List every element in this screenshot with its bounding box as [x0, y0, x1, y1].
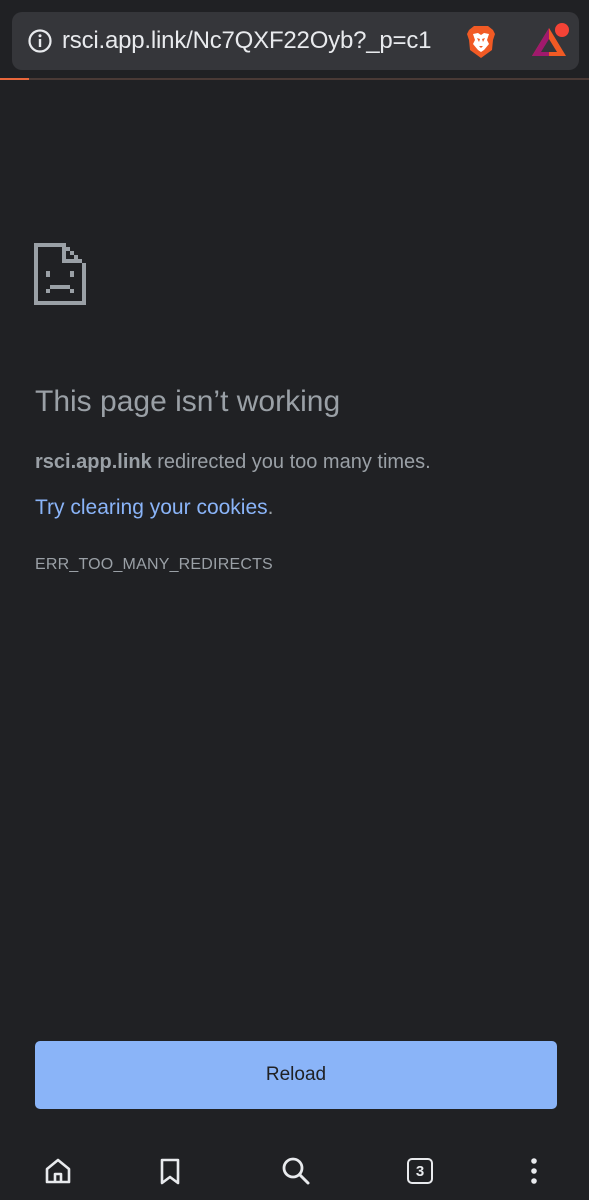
page-load-progress-fill [0, 78, 30, 80]
menu-button[interactable] [517, 1154, 551, 1188]
error-message-text: redirected you too many times. [151, 451, 431, 473]
search-icon [282, 1157, 310, 1185]
error-host: rsci.app.link [35, 451, 152, 473]
suggestion-period: . [267, 496, 274, 519]
error-suggestion: Try clearing your cookies. [35, 496, 273, 520]
url-field[interactable]: rsci.app.link/Nc7QXF22Oyb?_p=c1 [12, 12, 579, 70]
error-heading: This page isn’t working [35, 385, 341, 418]
error-code: ERR_TOO_MANY_REDIRECTS [35, 556, 273, 573]
tab-switcher-button[interactable]: 3 [403, 1154, 437, 1188]
error-message: rsci.app.link redirected you too many ti… [35, 451, 431, 474]
home-icon [45, 1158, 71, 1184]
more-vertical-icon [531, 1158, 537, 1184]
reload-button[interactable]: Reload [35, 1041, 557, 1109]
clear-cookies-link[interactable]: Try clearing your cookies [35, 496, 268, 519]
info-icon[interactable] [27, 28, 53, 54]
bookmark-icon [160, 1158, 180, 1185]
tab-count-badge: 3 [407, 1158, 433, 1184]
url-text[interactable]: rsci.app.link/Nc7QXF22Oyb?_p=c1 [62, 27, 432, 55]
bottom-toolbar: 3 [0, 1140, 589, 1200]
page-load-progress [0, 78, 589, 80]
sad-page-icon [34, 243, 86, 305]
brave-rewards-triangle-icon[interactable] [528, 22, 570, 60]
address-bar-container: rsci.app.link/Nc7QXF22Oyb?_p=c1 [0, 0, 589, 80]
brave-lion-icon[interactable] [464, 24, 498, 60]
search-button[interactable] [279, 1154, 313, 1188]
home-button[interactable] [41, 1154, 75, 1188]
bookmark-button[interactable] [153, 1154, 187, 1188]
